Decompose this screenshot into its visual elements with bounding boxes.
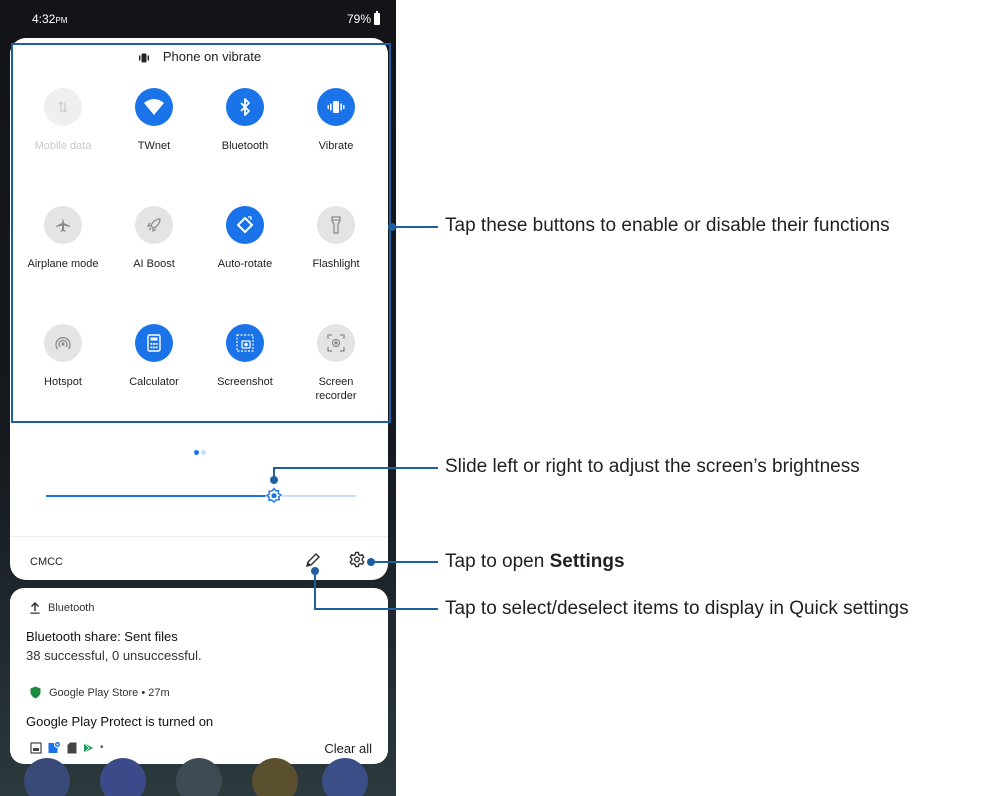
notification-body[interactable]: 38 successful, 0 unsuccessful. — [26, 648, 202, 663]
page-indicator — [193, 442, 207, 460]
annotation-leader-line — [371, 561, 438, 563]
shield-icon — [30, 686, 41, 699]
brightness-track-empty[interactable] — [274, 495, 356, 497]
page-dot-active[interactable] — [194, 450, 199, 455]
annotation-leader-line — [314, 571, 316, 610]
dock-app-icon[interactable] — [252, 758, 298, 796]
dock-app-icon[interactable] — [322, 758, 368, 796]
dock-app-icon[interactable] — [24, 758, 70, 796]
annotation-leader-line — [314, 608, 438, 610]
overflow-dot: • — [100, 742, 104, 753]
status-bar: 4:32PM 79% — [0, 0, 396, 36]
sim-card-icon[interactable] — [67, 742, 77, 754]
clear-all-button[interactable]: Clear all — [324, 741, 372, 756]
notification-icon-row: • — [30, 741, 104, 754]
dock-app-icon[interactable] — [176, 758, 222, 796]
upload-icon — [30, 602, 40, 614]
annotation-tiles: Tap these buttons to enable or disable t… — [445, 215, 890, 236]
dock-app-icon[interactable] — [100, 758, 146, 796]
tiles-highlight-frame — [11, 43, 391, 423]
battery-status: 79% — [346, 11, 380, 26]
play-store-icon[interactable] — [83, 742, 94, 754]
brightness-slider-thumb[interactable] — [265, 487, 283, 505]
notification-panel: Bluetooth Bluetooth share: Sent files 38… — [10, 588, 388, 764]
brightness-track-filled[interactable] — [46, 495, 274, 497]
notification-title[interactable]: Bluetooth share: Sent files — [26, 629, 178, 644]
notification-title[interactable]: Google Play Protect is turned on — [26, 714, 213, 729]
notification-app-play-store[interactable]: Google Play Store • 27m — [30, 686, 170, 699]
annotation-leader-line — [392, 226, 438, 228]
annotation-leader-line — [273, 467, 438, 469]
image-icon[interactable] — [30, 741, 42, 754]
battery-percent: 79% — [346, 12, 371, 26]
notification-app-name: Bluetooth — [48, 602, 95, 614]
notification-app-name: Google Play Store • 27m — [49, 686, 170, 699]
settings-gear-icon[interactable] — [348, 551, 366, 569]
maps-icon[interactable] — [48, 741, 61, 754]
annotation-edit: Tap to select/deselect items to display … — [445, 598, 909, 619]
annotation-brightness: Slide left or right to adjust the screen… — [445, 456, 860, 477]
carrier-label: CMCC — [30, 556, 63, 568]
page-dot[interactable] — [201, 450, 206, 455]
battery-icon — [374, 11, 380, 25]
notification-app-bluetooth[interactable]: Bluetooth — [30, 602, 94, 614]
divider — [10, 536, 388, 537]
clock: 4:32PM — [32, 12, 68, 26]
annotation-settings: Tap to open Settings — [445, 551, 625, 572]
